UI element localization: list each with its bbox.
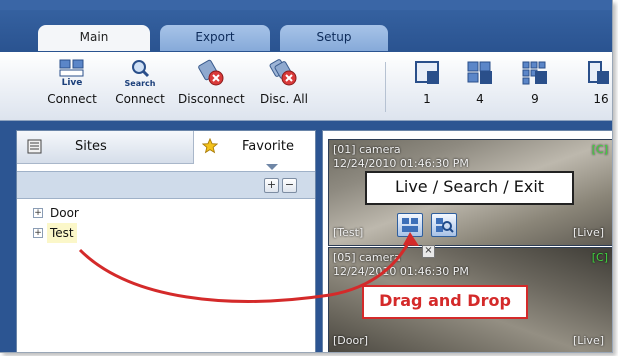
drag-arrow-icon bbox=[78, 232, 419, 303]
app-window: Main Export Setup Live Connect Search Co… bbox=[0, 0, 613, 353]
